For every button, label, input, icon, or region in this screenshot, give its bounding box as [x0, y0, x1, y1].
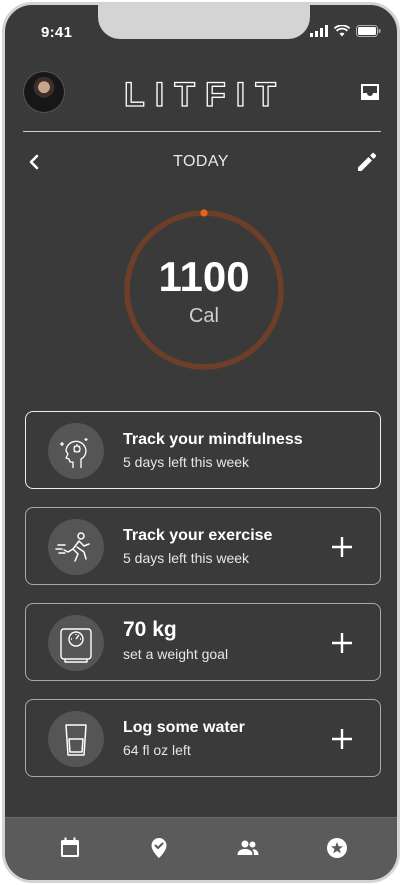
card-title: 70 kg: [123, 618, 177, 641]
scale-icon: [48, 615, 104, 671]
people-icon[interactable]: [236, 836, 260, 860]
pencil-icon[interactable]: [356, 151, 378, 173]
add-water-button[interactable]: [331, 728, 353, 750]
notch: [98, 5, 310, 39]
weight-card[interactable]: 70 kg set a weight goal: [25, 603, 381, 681]
calorie-value: 1100: [158, 253, 250, 300]
phone-frame: 9:41 LITFIT TODAY 1100 Cal Track your mi…: [2, 2, 400, 883]
calorie-unit: Cal: [188, 305, 219, 327]
star-badge-icon[interactable]: [325, 836, 349, 860]
calorie-progress-marker: [200, 209, 208, 217]
status-icons: [310, 25, 381, 37]
svg-text:LITFIT: LITFIT: [124, 76, 286, 112]
card-title: Track your exercise: [123, 527, 273, 544]
card-title: Track your mindfulness: [123, 431, 303, 448]
location-check-icon[interactable]: [147, 836, 171, 860]
card-subtitle: 5 days left this week: [123, 454, 250, 470]
signal-icon: [310, 25, 328, 37]
calendar-icon[interactable]: [58, 836, 82, 860]
exercise-card[interactable]: Track your exercise 5 days left this wee…: [25, 507, 381, 585]
add-exercise-button[interactable]: [331, 536, 353, 558]
water-glass-icon: [48, 711, 104, 767]
card-subtitle: 5 days left this week: [123, 550, 250, 566]
inbox-icon[interactable]: [359, 82, 381, 102]
wifi-icon: [334, 25, 350, 37]
avatar[interactable]: [23, 71, 65, 113]
date-label: TODAY: [173, 153, 229, 170]
header-divider: [23, 131, 381, 132]
exercise-icon: [48, 519, 104, 575]
mindfulness-card[interactable]: Track your mindfulness 5 days left this …: [25, 411, 381, 489]
water-card[interactable]: Log some water 64 fl oz left: [25, 699, 381, 777]
tab-bar: [5, 817, 397, 880]
card-subtitle: 64 fl oz left: [123, 742, 191, 758]
mindfulness-icon: [48, 423, 104, 479]
add-weight-button[interactable]: [331, 632, 353, 654]
card-title: Log some water: [123, 719, 245, 736]
app-logo: LITFIT: [123, 75, 286, 112]
card-subtitle: set a weight goal: [123, 646, 229, 662]
battery-icon: [356, 25, 381, 37]
status-time: 9:41: [41, 24, 73, 41]
